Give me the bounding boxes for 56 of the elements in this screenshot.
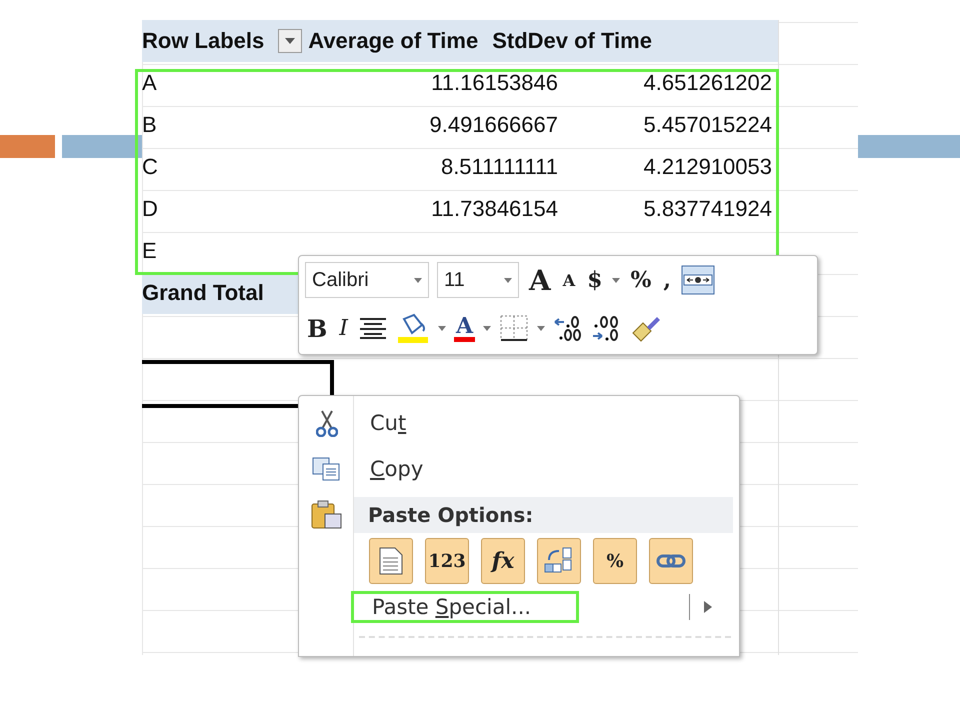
clipboard-icon <box>310 500 342 530</box>
column-header: Average of Time <box>308 28 478 54</box>
table-cell-text: 8.511111111 <box>440 154 558 180</box>
grow-font-button[interactable]: A <box>527 264 553 296</box>
currency-button[interactable]: $ <box>585 267 604 293</box>
table-cell: Grand Total <box>142 280 264 306</box>
submenu-arrow-icon <box>704 601 712 613</box>
format-button[interactable]: % <box>628 267 654 293</box>
document-icon <box>378 546 404 576</box>
caret-icon <box>483 326 492 330</box>
table-cell-text: 9.491666667 <box>428 112 558 138</box>
fill-color-icon[interactable] <box>396 313 430 343</box>
filter-dropdown[interactable] <box>278 29 302 53</box>
menu-item[interactable]: Copy <box>354 457 440 481</box>
slide-accent-bar <box>0 135 55 158</box>
table-cell-text: 11.16153846 <box>430 70 558 96</box>
caret-icon <box>612 278 620 282</box>
table-cell-text: 5.457015224 <box>642 112 772 138</box>
table-cell-text: E <box>142 238 158 264</box>
caret-icon <box>438 326 446 330</box>
merge-icon[interactable] <box>681 265 716 295</box>
table-cell-text: 4.651261202 <box>642 70 772 96</box>
table-cell-text: 5.837741924 <box>642 196 772 222</box>
table-cell-text: A <box>142 70 158 96</box>
table-cell-text: 11.73846154 <box>430 196 558 222</box>
format-button[interactable]: , <box>661 267 674 293</box>
column-header: StdDev of Time <box>492 28 652 54</box>
caret-icon <box>504 278 512 282</box>
paste-option-button[interactable] <box>537 538 581 584</box>
font-dropdown[interactable]: Calibri <box>305 262 429 298</box>
menu-section-header: Paste Options: <box>354 497 733 533</box>
caret-icon <box>285 38 296 44</box>
table-cell-text: 4.212910053 <box>642 154 772 180</box>
bold-button[interactable]: B <box>305 314 330 342</box>
decrease-decimal-icon[interactable] <box>553 314 584 342</box>
paste-option-button[interactable]: % <box>593 538 637 584</box>
borders-icon[interactable] <box>499 314 530 342</box>
column-header: Row Labels <box>142 28 264 54</box>
table-cell-text: B <box>142 112 158 138</box>
paste-option-button[interactable]: 123 <box>425 538 469 584</box>
size-dropdown[interactable]: 11 <box>437 262 519 298</box>
paste-option-button[interactable] <box>369 538 413 584</box>
menu-item[interactable]: Paste Special... <box>351 591 579 623</box>
shrink-font-button[interactable]: A <box>560 270 578 290</box>
table-cell-text: C <box>142 154 159 180</box>
paste-option-button[interactable]: fx <box>481 538 525 584</box>
caret-icon <box>414 278 422 282</box>
caret-icon <box>537 326 546 330</box>
menu-item[interactable]: Cut <box>354 411 422 435</box>
copy-icon <box>312 457 342 481</box>
font-color-button[interactable]: A <box>454 314 476 342</box>
paste-option-button[interactable] <box>649 538 693 584</box>
scissors-icon <box>316 409 338 437</box>
align-center-icon[interactable] <box>358 316 388 340</box>
table-cell-text: D <box>142 196 159 222</box>
italic-button[interactable]: I <box>337 316 350 340</box>
